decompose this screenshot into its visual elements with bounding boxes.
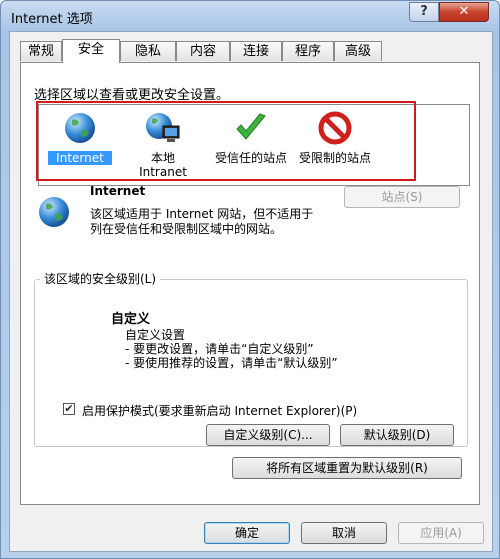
custom-level-button[interactable]: 自定义级别(C)...	[206, 424, 330, 446]
tab-general[interactable]: 常规	[20, 41, 62, 61]
help-button[interactable]: ?	[409, 2, 439, 22]
level-desc-line: 自定义设置	[125, 328, 186, 342]
highlight-annotation-box	[36, 101, 416, 181]
window-title: Internet 选项	[11, 12, 93, 27]
sites-button[interactable]: 站点(S)	[344, 186, 460, 208]
level-desc-line: - 要更改设置，请单击“自定义级别”	[125, 342, 314, 356]
level-desc-line: - 要使用推荐的设置，请单击“默认级别”	[125, 356, 338, 370]
ok-button[interactable]: 确定	[204, 522, 290, 544]
globe-icon	[39, 197, 69, 227]
tab-security[interactable]: 安全	[62, 39, 120, 63]
default-level-button[interactable]: 默认级别(D)	[340, 424, 454, 446]
reset-all-zones-button[interactable]: 将所有区域重置为默认级别(R)	[232, 457, 462, 479]
tab-advanced[interactable]: 高级	[334, 41, 382, 61]
apply-button[interactable]: 应用(A)	[398, 522, 484, 544]
protected-mode-label[interactable]: 启用保护模式(要求重新启动 Internet Explorer)(P)	[82, 402, 357, 419]
cancel-button[interactable]: 取消	[301, 522, 387, 544]
tab-programs[interactable]: 程序	[282, 41, 334, 61]
security-level-group-label: 该区域的安全级别(L)	[40, 270, 161, 287]
title-bar[interactable]: Internet 选项 ? ✕	[1, 1, 499, 31]
selected-zone-description: 该区域适用于 Internet 网站，但不适用于列在受信任和受限制区域中的网站。	[90, 207, 314, 236]
security-level-description: 自定义设置 - 要更改设置，请单击“自定义级别” - 要使用推荐的设置，请单击“…	[125, 328, 338, 370]
tab-privacy[interactable]: 隐私	[120, 41, 176, 61]
dialog-client: 常规 安全 隐私 内容 连接 程序 高级 选择区域以查看或更改安全设置。 Int…	[9, 31, 493, 552]
selected-zone-name: Internet	[90, 184, 146, 198]
internet-options-window: Internet 选项 ? ✕ 常规 安全 隐私 内容 连接 程序 高级 选择区…	[0, 0, 500, 559]
close-button[interactable]: ✕	[439, 2, 489, 22]
security-level-name: 自定义	[111, 312, 151, 327]
tab-content[interactable]: 内容	[176, 41, 230, 61]
protected-mode-checkbox[interactable]: ✔	[63, 403, 75, 415]
tab-connections[interactable]: 连接	[230, 41, 282, 61]
